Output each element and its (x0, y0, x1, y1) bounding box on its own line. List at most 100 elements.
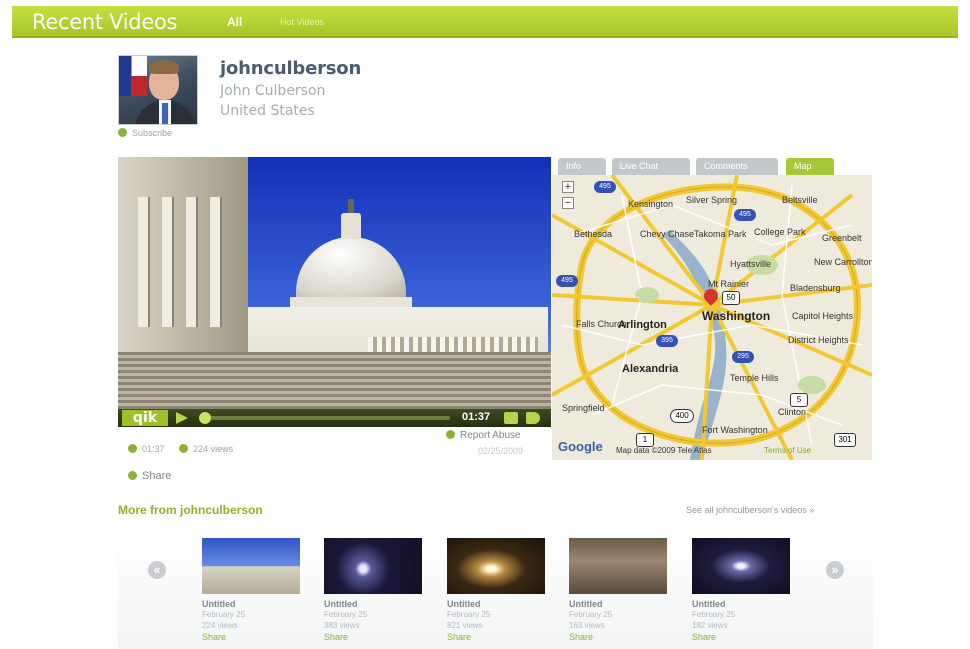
report-abuse-link[interactable]: Report Abuse (446, 430, 521, 441)
flag-icon (446, 430, 455, 439)
video-date: February 25 (447, 610, 491, 619)
full-name: John Culberson (220, 83, 326, 99)
video-views: 182 views (692, 621, 728, 630)
video-player[interactable]: qik 01:37 (118, 157, 551, 427)
share-label: Share (142, 470, 172, 482)
video-share-link[interactable]: Share (569, 631, 667, 643)
map-copyright: Map data ©2009 Tele Atlas (616, 446, 712, 455)
header-bar: Recent Videos All Hot Videos (12, 6, 958, 38)
play-icon[interactable] (176, 412, 188, 424)
interstate-shield: 295 (732, 351, 754, 363)
tab-map[interactable]: Map (786, 158, 834, 175)
video-card[interactable]: Untitled February 25 821 views Share (447, 538, 545, 649)
carousel-prev-icon[interactable]: « (148, 561, 166, 579)
view-count: 224 views (193, 444, 234, 454)
map-label-greenbelt: Greenbelt (822, 233, 862, 243)
video-title[interactable]: Untitled (692, 599, 790, 609)
video-share-link[interactable]: Share (202, 631, 300, 643)
map-label-chevy-chase: Chevy Chase (640, 229, 695, 239)
avatar[interactable] (118, 55, 198, 125)
video-views: 383 views (324, 621, 360, 630)
share-icon (128, 471, 137, 480)
map-label-new-carrollton: New Carrollton (814, 257, 872, 267)
video-title[interactable]: Untitled (324, 599, 422, 609)
seek-handle[interactable] (199, 412, 211, 424)
plus-icon (118, 128, 127, 137)
video-views: 163 views (569, 621, 605, 630)
map-label-bethesda: Bethesda (574, 229, 613, 239)
video-date: February 25 (569, 610, 613, 619)
seek-bar[interactable] (200, 416, 450, 420)
tab-live-chat[interactable]: Live Chat (612, 158, 690, 175)
interstate-shield: 495 (556, 275, 578, 287)
video-thumbnail[interactable] (569, 538, 667, 594)
video-title[interactable]: Untitled (447, 599, 545, 609)
page: Recent Videos All Hot Videos johnculbers… (0, 0, 970, 649)
video-title[interactable]: Untitled (569, 599, 667, 609)
zoom-out-button[interactable]: − (562, 197, 574, 209)
map-label-fort-washington: Fort Washington (702, 425, 768, 435)
zoom-in-button[interactable]: + (562, 181, 574, 193)
tab-hot-videos[interactable]: Hot Videos (280, 17, 324, 27)
country: United States (220, 103, 315, 119)
volume-icon[interactable] (526, 412, 540, 424)
map-label-alexandria: Alexandria (622, 363, 679, 375)
map-label-bladensburg: Bladensburg (790, 283, 841, 293)
video-card[interactable]: Untitled February 25 163 views Share (569, 538, 667, 649)
map-label-kensington: Kensington (628, 199, 674, 209)
subscribe-button[interactable]: Subscribe (118, 128, 172, 138)
tab-all[interactable]: All (227, 15, 242, 29)
highway-shield: 400 (670, 409, 694, 423)
qik-logo[interactable]: qik (122, 410, 168, 426)
map-label-college-park: College Park (754, 227, 806, 237)
map-label-district-heights: District Heights (788, 335, 849, 345)
report-label: Report Abuse (460, 430, 521, 441)
video-date: 02/25/2009 (478, 446, 524, 456)
google-logo[interactable]: Google (558, 439, 603, 454)
username[interactable]: johnculberson (220, 58, 361, 79)
flag-icon (119, 56, 147, 96)
page-title: Recent Videos (32, 10, 178, 34)
see-all-videos-link[interactable]: See all johnculberson's videos » (686, 505, 814, 515)
video-carousel: « » Untitled February 25 224 views Share… (118, 528, 873, 649)
video-card[interactable]: Untitled February 25 224 views Share (202, 538, 300, 649)
video-views: 821 views (447, 621, 483, 630)
video-date: February 25 (202, 610, 246, 619)
video-thumbnail[interactable] (202, 538, 300, 594)
map-label-washington: Washington (702, 309, 771, 323)
map-label-beltsville: Beltsville (782, 195, 818, 205)
map-label-mt-rainier: Mt Rainier (708, 279, 750, 289)
subscribe-label: Subscribe (132, 128, 173, 138)
map-label-springfield: Springfield (562, 403, 605, 413)
tab-comments[interactable]: Comments (696, 158, 778, 175)
video-share-link[interactable]: Share (692, 631, 790, 643)
video-card[interactable]: Untitled February 25 182 views Share (692, 538, 790, 649)
video-card[interactable]: Untitled February 25 383 views Share (324, 538, 422, 649)
map-label-silver-spring: Silver Spring (686, 195, 738, 205)
clock-icon (128, 444, 137, 453)
video-share-link[interactable]: Share (447, 631, 545, 643)
video-date: February 25 (692, 610, 736, 619)
video-title[interactable]: Untitled (202, 599, 300, 609)
video-thumbnail[interactable] (692, 538, 790, 594)
video-thumbnail[interactable] (447, 538, 545, 594)
map-label-temple-hills: Temple Hills (730, 373, 779, 383)
map-label-clinton: Clinton (778, 407, 807, 417)
interstate-shield: 395 (656, 335, 678, 347)
highway-shield: 5 (790, 393, 808, 407)
video-share-link[interactable]: Share (324, 631, 422, 643)
share-button[interactable]: Share (128, 470, 171, 482)
map-terms-link[interactable]: Terms of Use (764, 446, 811, 455)
fullscreen-icon[interactable] (504, 412, 518, 424)
video-thumbnail[interactable] (324, 538, 422, 594)
tab-info[interactable]: Info (558, 158, 606, 175)
highway-shield: 50 (722, 291, 740, 305)
video-views: 224 views (202, 621, 238, 630)
video-date: February 25 (324, 610, 368, 619)
time-display: 01:37 (462, 411, 491, 423)
map-view[interactable]: + − Kensington Silver Spring Beltsville … (552, 175, 872, 460)
carousel-next-icon[interactable]: » (826, 561, 844, 579)
highway-shield: 1 (636, 433, 654, 447)
interstate-shield: 495 (594, 181, 616, 193)
eye-icon (179, 444, 189, 453)
